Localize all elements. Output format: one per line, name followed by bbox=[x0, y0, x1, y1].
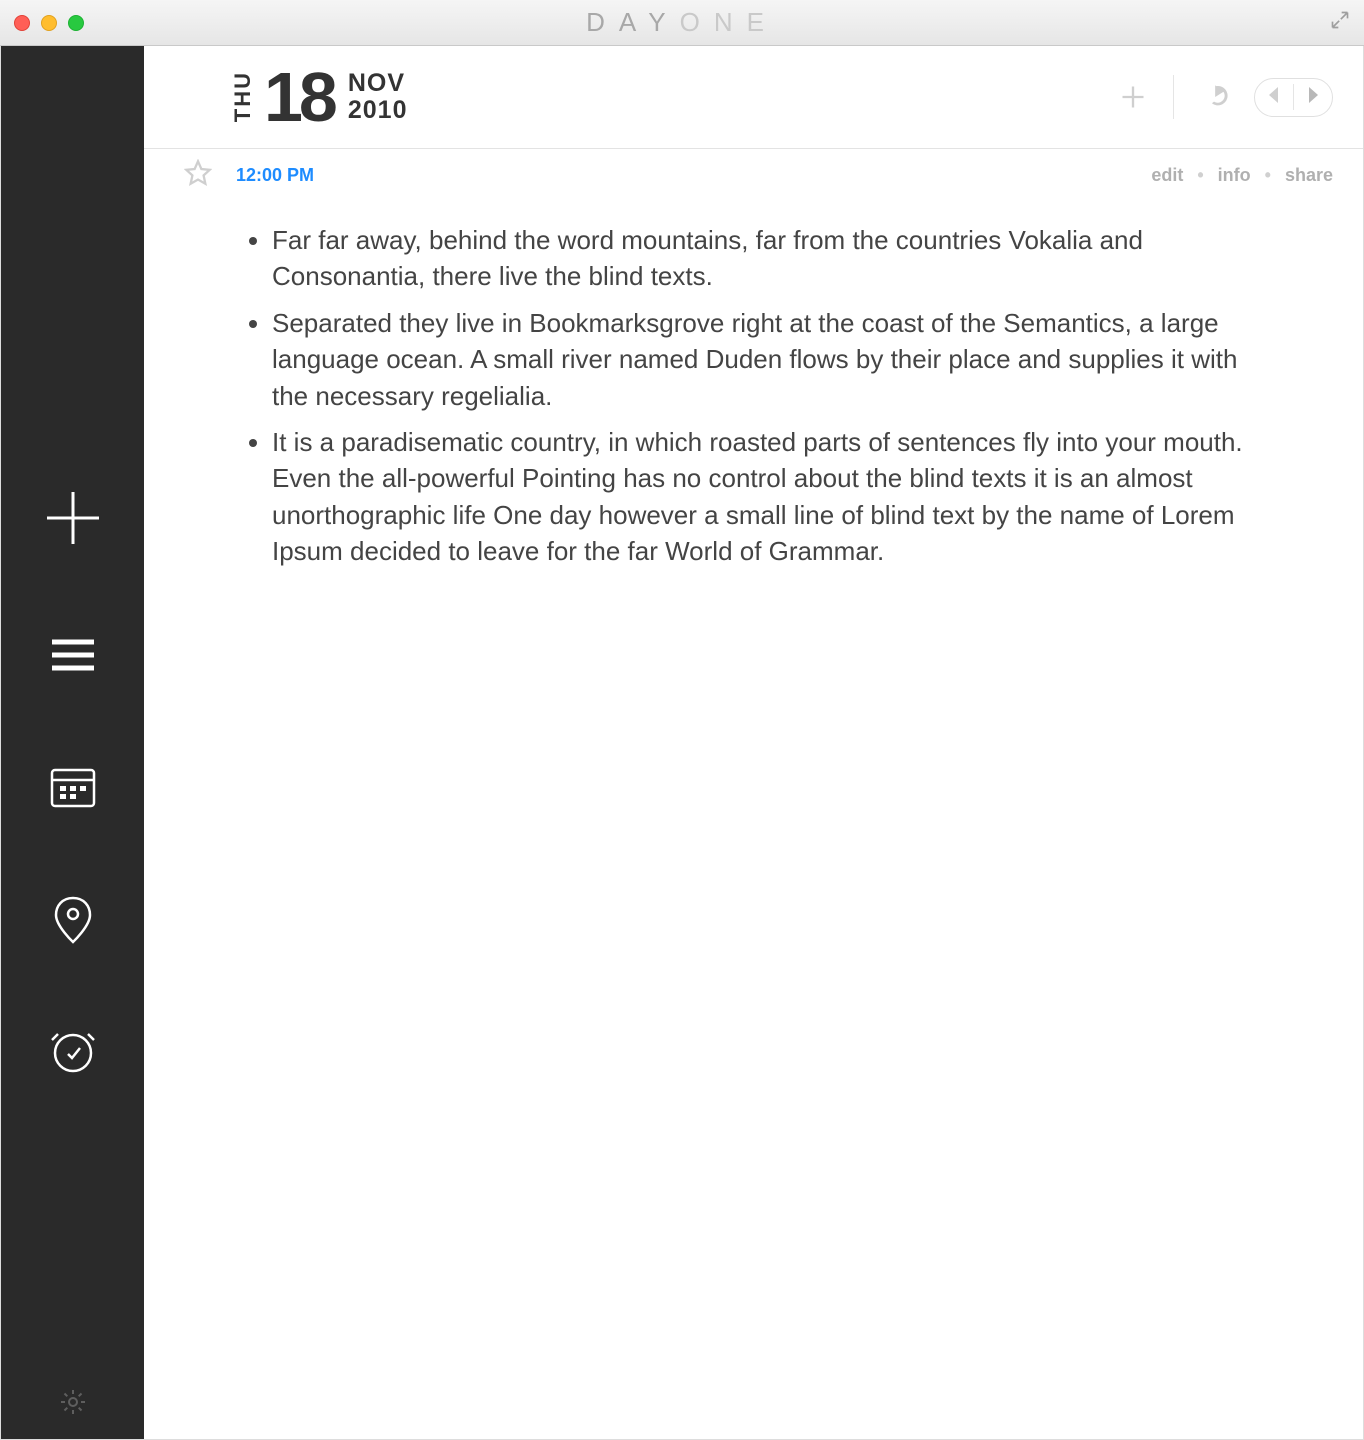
new-entry-button[interactable] bbox=[41, 486, 105, 550]
entry-view: THU 18 NOV 2010 bbox=[144, 46, 1363, 1439]
entry-day: 18 bbox=[264, 62, 334, 132]
list-item: Far far away, behind the word mountains,… bbox=[272, 222, 1243, 295]
list-item: Separated they live in Bookmarksgrove ri… bbox=[272, 305, 1243, 414]
entry-toolbar bbox=[1119, 75, 1333, 119]
location-button[interactable] bbox=[46, 892, 100, 946]
expand-window-icon[interactable] bbox=[1330, 10, 1350, 35]
entry-meta: 12:00 PM edit • info • share bbox=[144, 149, 1363, 202]
app-body: THU 18 NOV 2010 bbox=[0, 46, 1364, 1440]
entry-date[interactable]: THU 18 NOV 2010 bbox=[230, 62, 408, 132]
share-icon[interactable] bbox=[1200, 83, 1228, 111]
info-link[interactable]: info bbox=[1218, 165, 1251, 186]
settings-button[interactable] bbox=[1, 1387, 144, 1417]
reminder-button[interactable] bbox=[46, 1024, 100, 1078]
nav-pill bbox=[1254, 78, 1333, 117]
entry-dow: THU bbox=[230, 71, 256, 122]
app-title-part2: ONE bbox=[680, 7, 778, 37]
entry-monthyear: NOV 2010 bbox=[348, 70, 408, 125]
dot-separator: • bbox=[1265, 165, 1271, 186]
traffic-lights bbox=[14, 15, 84, 31]
star-icon[interactable] bbox=[184, 159, 212, 192]
entry-body: Far far away, behind the word mountains,… bbox=[144, 202, 1363, 610]
entry-year: 2010 bbox=[348, 97, 408, 125]
entry-month: NOV bbox=[348, 70, 408, 98]
sidebar bbox=[1, 46, 144, 1439]
share-link[interactable]: share bbox=[1285, 165, 1333, 186]
entry-list: Far far away, behind the word mountains,… bbox=[224, 222, 1243, 570]
add-button[interactable] bbox=[1119, 83, 1147, 111]
meta-left: 12:00 PM bbox=[184, 159, 314, 192]
calendar-button[interactable] bbox=[46, 760, 100, 814]
meta-right: edit • info • share bbox=[1151, 165, 1333, 186]
app-title-part1: DAY bbox=[586, 7, 680, 37]
toolbar-divider bbox=[1173, 75, 1174, 119]
prev-entry-button[interactable] bbox=[1265, 83, 1283, 112]
zoom-window-button[interactable] bbox=[68, 15, 84, 31]
entry-time[interactable]: 12:00 PM bbox=[236, 165, 314, 186]
entry-header: THU 18 NOV 2010 bbox=[144, 46, 1363, 149]
close-window-button[interactable] bbox=[14, 15, 30, 31]
next-entry-button[interactable] bbox=[1304, 83, 1322, 112]
list-view-button[interactable] bbox=[46, 628, 100, 682]
dot-separator: • bbox=[1197, 165, 1203, 186]
edit-link[interactable]: edit bbox=[1151, 165, 1183, 186]
app-title: DAYONE bbox=[0, 7, 1364, 38]
minimize-window-button[interactable] bbox=[41, 15, 57, 31]
titlebar: DAYONE bbox=[0, 0, 1364, 46]
list-item: It is a paradisematic country, in which … bbox=[272, 424, 1243, 570]
nav-separator bbox=[1293, 84, 1294, 110]
